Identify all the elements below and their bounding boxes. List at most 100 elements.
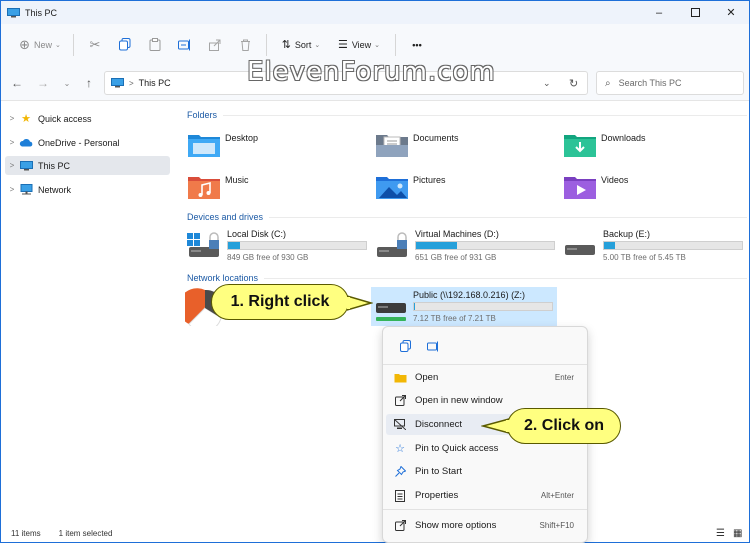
folder-item-videos[interactable]: Videos — [563, 170, 743, 204]
cloud-icon — [19, 137, 33, 149]
folder-name: Videos — [601, 175, 629, 185]
maximize-button[interactable] — [677, 1, 713, 24]
network-drive-name: Public (\\192.168.0.216) (Z:) — [413, 290, 526, 300]
arrow-up-icon: ↑ — [86, 76, 92, 90]
new-button[interactable]: ⊕ New ⌄ — [13, 32, 67, 58]
arrow-left-icon: ← — [11, 76, 23, 90]
sidebar-item-onedrive[interactable]: > OneDrive - Personal — [5, 133, 170, 152]
paste-icon — [149, 38, 161, 51]
search-input[interactable]: ⌕ Search This PC — [596, 71, 744, 95]
back-button[interactable]: ← — [7, 73, 27, 93]
group-header-network[interactable]: Network locations — [187, 273, 747, 283]
folder-item-downloads[interactable]: Downloads — [563, 128, 743, 162]
network-drive-icon — [376, 303, 406, 321]
toolbar-separator — [266, 33, 267, 56]
sort-button[interactable]: ⇅ Sort ⌄ — [273, 32, 329, 58]
drive-usage-fill — [228, 242, 241, 249]
pictures-folder-icon — [376, 177, 408, 199]
close-button[interactable]: ✕ — [713, 1, 749, 24]
folder-item-music[interactable]: Music — [187, 170, 367, 204]
group-header-label: Folders — [187, 110, 218, 120]
explorer-window: This PC – ✕ ⊕ New ⌄ ✂ ⇅ Sort ⌄ ☰ View ⌄ … — [0, 0, 750, 543]
folder-item-pictures[interactable]: Pictures — [375, 170, 555, 204]
group-header-label: Network locations — [187, 273, 259, 283]
sidebar-item-label: This PC — [38, 160, 71, 171]
share-button[interactable] — [200, 32, 230, 58]
chevron-down-icon: ⌄ — [374, 41, 381, 49]
status-bar: 11 items 1 item selected ☰ ▦ — [1, 523, 749, 543]
drive-free-space: 849 GB free of 930 GB — [227, 253, 309, 262]
rename-button[interactable] — [170, 32, 200, 58]
group-header-label: Devices and drives — [187, 212, 264, 222]
paste-button[interactable] — [140, 32, 170, 58]
this-pc-icon — [19, 160, 33, 172]
see-more-button[interactable]: ••• — [402, 32, 432, 58]
copy-button[interactable] — [110, 32, 140, 58]
forward-button[interactable]: → — [33, 73, 53, 93]
drive-usage-bar — [603, 241, 743, 250]
sidebar-item-quick-access[interactable]: > ★ Quick access — [5, 109, 170, 128]
view-icon: ☰ — [337, 39, 348, 51]
refresh-icon[interactable]: ↻ — [569, 77, 578, 90]
chevron-right-icon[interactable]: > — [5, 138, 19, 147]
trash-icon — [240, 39, 250, 51]
menu-item-open[interactable]: Open Enter — [386, 367, 584, 388]
chevron-right-icon[interactable]: > — [5, 114, 19, 123]
menu-item-label: Properties — [415, 490, 459, 501]
chevron-right-icon[interactable]: > — [5, 161, 19, 170]
callout-pointer — [347, 295, 373, 311]
group-header-folders[interactable]: Folders — [187, 110, 747, 120]
folder-item-documents[interactable]: Documents — [375, 128, 555, 162]
cut-button[interactable]: ✂ — [80, 32, 110, 58]
drive-item-c[interactable]: Local Disk (C:) 849 GB free of 930 GB — [187, 227, 372, 265]
drive-icon — [565, 245, 595, 255]
minimize-button[interactable]: – — [641, 1, 677, 24]
tiles-view-icon[interactable]: ▦ — [733, 528, 742, 539]
menu-item-properties[interactable]: Properties Alt+Enter — [386, 485, 584, 506]
drive-free-space: 651 GB free of 931 GB — [415, 253, 497, 262]
selection-count: 1 item selected — [58, 528, 113, 538]
more-icon: ••• — [412, 39, 422, 50]
callout-text: 2. Click on — [523, 417, 605, 434]
breadcrumb-this-pc[interactable]: This PC — [139, 78, 171, 88]
folder-name: Pictures — [413, 175, 446, 185]
chevron-right-icon[interactable]: > — [5, 185, 19, 194]
folder-item-desktop[interactable]: Desktop — [187, 128, 367, 162]
share-icon — [209, 39, 221, 51]
details-view-icon[interactable]: ☰ — [716, 528, 725, 539]
menu-item-label: Open — [415, 372, 439, 383]
menu-item-shortcut: Alt+Enter — [540, 491, 574, 500]
network-drive-item-z[interactable]: Public (\\192.168.0.216) (Z:) 7.12 TB fr… — [371, 287, 557, 326]
recent-locations-button[interactable]: ⌄ — [57, 73, 77, 93]
delete-button[interactable] — [230, 32, 260, 58]
group-header-drives[interactable]: Devices and drives — [187, 212, 747, 222]
callout-right-click: 1. Right click — [211, 284, 349, 320]
chevron-down-icon[interactable]: ⌄ — [543, 78, 551, 89]
drive-item-e[interactable]: Backup (E:) 5.00 TB free of 5.45 TB — [563, 227, 748, 265]
sidebar-item-network[interactable]: > Network — [5, 180, 170, 199]
network-icon — [19, 184, 33, 196]
this-pc-icon — [7, 7, 20, 17]
star-icon: ★ — [21, 113, 31, 125]
desktop-folder-icon — [188, 135, 220, 157]
chevron-down-icon: ⌄ — [63, 78, 71, 88]
rename-button[interactable] — [419, 335, 447, 357]
callout-text: 1. Right click — [230, 293, 330, 310]
drive-name: Local Disk (C:) — [227, 229, 287, 239]
view-button[interactable]: ☰ View ⌄ — [329, 32, 389, 58]
menu-item-pin-start[interactable]: Pin to Start — [386, 461, 584, 482]
sidebar-item-this-pc[interactable]: > This PC — [5, 156, 170, 175]
view-label: View — [351, 39, 372, 50]
pin-icon — [393, 466, 407, 478]
network-drive-free-space: 7.12 TB free of 7.21 TB — [413, 314, 496, 323]
context-menu-separator — [383, 509, 587, 510]
up-button[interactable]: ↑ — [79, 73, 99, 93]
sidebar-item-label: Network — [38, 184, 72, 195]
sidebar-item-label: OneDrive - Personal — [38, 137, 120, 148]
drive-usage-fill — [414, 303, 416, 310]
toolbar-separator — [395, 33, 396, 56]
copy-button[interactable] — [391, 335, 419, 357]
drive-item-d[interactable]: Virtual Machines (D:) 651 GB free of 931… — [375, 227, 560, 265]
callout-click-on: 2. Click on — [507, 408, 621, 444]
search-icon: ⌕ — [605, 77, 611, 89]
